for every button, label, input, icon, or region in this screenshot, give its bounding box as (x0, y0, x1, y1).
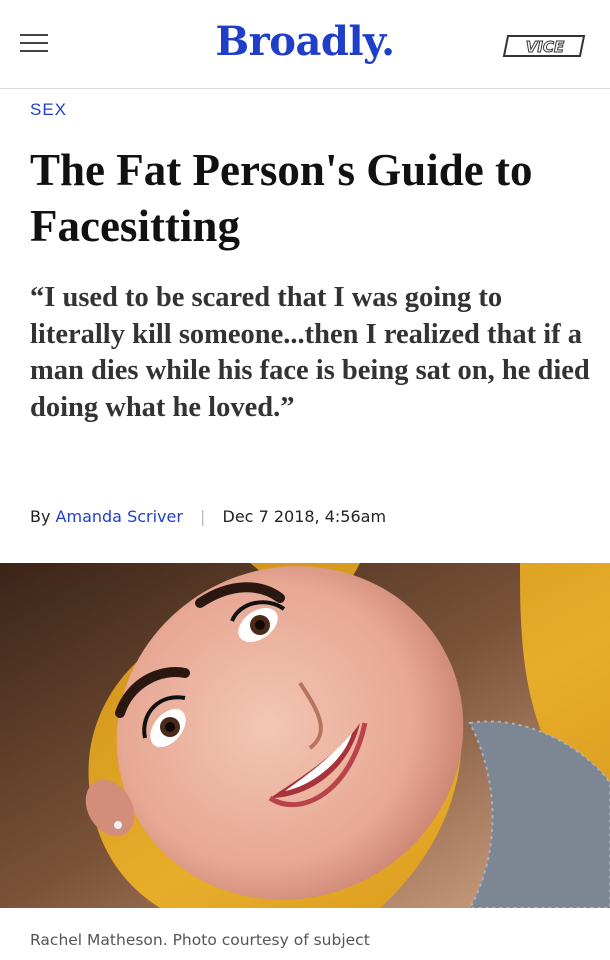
vice-logo[interactable]: VICE (502, 33, 588, 59)
publish-date: Dec 7 2018, 4:56am (222, 507, 387, 526)
portrait-illustration (0, 563, 610, 908)
byline-prefix: By (30, 507, 51, 526)
article-dek: “I used to be scared that I was going to… (30, 282, 590, 423)
byline-separator: | (200, 507, 206, 526)
photo-caption: Rachel Matheson. Photo courtesy of subje… (30, 931, 370, 949)
author-link[interactable]: Amanda Scriver (56, 507, 183, 526)
section-tag[interactable]: SEX (30, 100, 67, 120)
site-header: Broadly. VICE (0, 0, 610, 89)
vice-logo-text: VICE (526, 38, 565, 56)
byline: By Amanda Scriver | Dec 7 2018, 4:56am (30, 507, 386, 526)
article-headline: The Fat Person's Guide to Facesitting (30, 145, 533, 251)
hero-photo (0, 563, 610, 908)
